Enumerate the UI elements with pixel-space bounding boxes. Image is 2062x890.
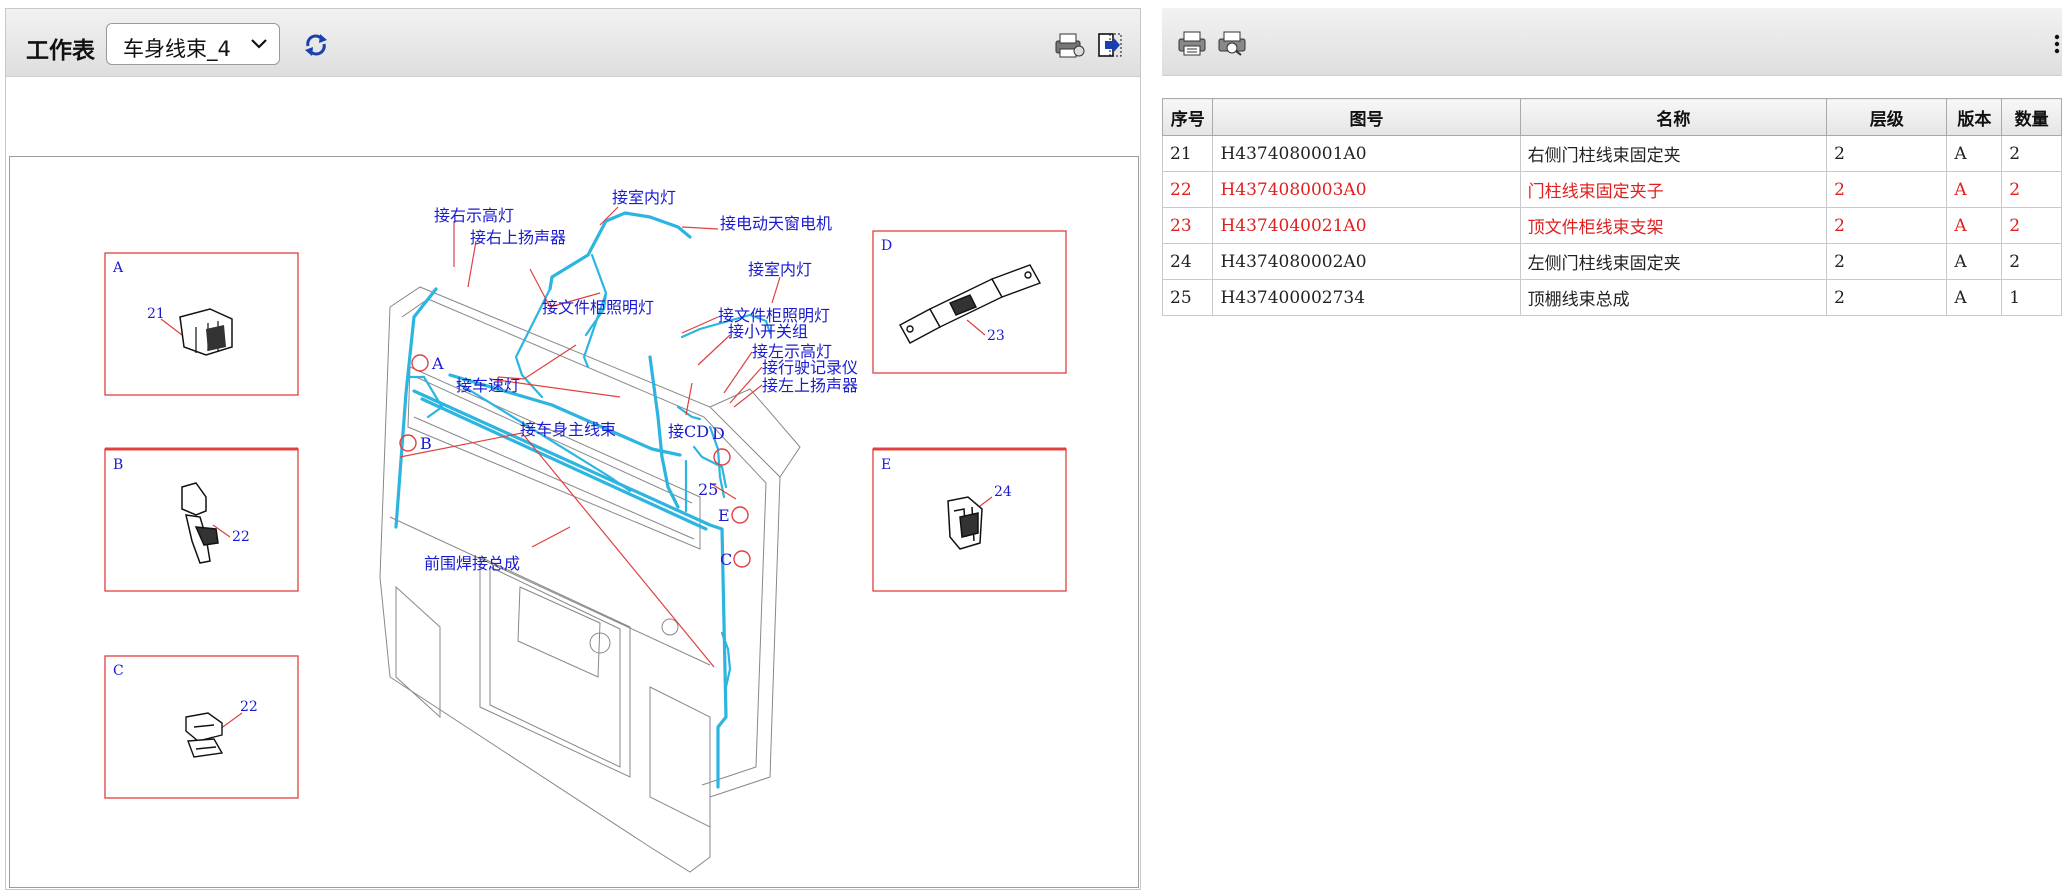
cell-seq: 22 bbox=[1161, 171, 1214, 208]
label-speed-light: 接车速灯 bbox=[456, 376, 520, 395]
clip-21-drawing bbox=[179, 308, 233, 356]
label-body-main-harness: 接车身主线束 bbox=[520, 420, 616, 439]
label-front-panel-weld: 前围焊接总成 bbox=[424, 554, 520, 573]
cell-seq: 24 bbox=[1161, 243, 1214, 280]
cell-part-no: H4374040021A0 bbox=[1212, 207, 1521, 244]
label-power-sunroof-motor: 接电动天窗电机 bbox=[720, 214, 832, 233]
detail-box-c[interactable]: C 22 bbox=[104, 655, 299, 799]
cell-level: 2 bbox=[1826, 171, 1948, 208]
cell-name: 左侧门柱线束固定夹 bbox=[1519, 243, 1828, 280]
cell-version: A bbox=[1946, 135, 2003, 172]
detail-box-a[interactable]: A 21 bbox=[104, 252, 299, 396]
label-right-marker-light: 接右示高灯 bbox=[434, 206, 514, 225]
print-preview-icon[interactable] bbox=[1216, 30, 1248, 56]
cell-part-no: H437400002734 bbox=[1212, 279, 1521, 316]
table-header-row: 序号 图号 名称 层级 版本 数量 bbox=[1161, 98, 2062, 136]
detail-box-d[interactable]: D 23 bbox=[872, 230, 1067, 374]
cell-version: A bbox=[1946, 243, 2003, 280]
label-right-upper-speaker: 接右上扬声器 bbox=[470, 228, 566, 247]
harness-diagram[interactable]: .ann { font-family:"DejaVu Serif", serif… bbox=[9, 156, 1139, 888]
detail-box-b-label: B bbox=[113, 457, 123, 473]
detail-box-e[interactable]: E 24 bbox=[872, 447, 1067, 592]
cell-level: 2 bbox=[1826, 135, 1948, 172]
label-cd: 接CD bbox=[668, 422, 709, 441]
cell-seq: 21 bbox=[1161, 135, 1214, 172]
clip-22-drawing-c bbox=[185, 712, 224, 758]
cell-version: A bbox=[1946, 279, 2003, 316]
more-icon[interactable] bbox=[2052, 32, 2062, 56]
printer-icon[interactable] bbox=[1176, 30, 1208, 56]
cell-version: A bbox=[1946, 171, 2003, 208]
detail-box-e-part: 24 bbox=[994, 484, 1012, 500]
label-part-25: 25 bbox=[698, 480, 718, 499]
marker-d: D bbox=[712, 424, 725, 443]
header-version[interactable]: 版本 bbox=[1946, 98, 2003, 136]
parts-toolbar bbox=[1162, 8, 2062, 76]
detail-box-c-label: C bbox=[113, 663, 124, 679]
cell-qty: 2 bbox=[2001, 135, 2062, 172]
header-level[interactable]: 层级 bbox=[1826, 98, 1948, 136]
detail-box-c-part: 22 bbox=[240, 699, 258, 715]
drawing-toolbar: 工作表 车身线束_4 bbox=[6, 9, 1140, 77]
table-row[interactable]: 21 H4374080001A0 右侧门柱线束固定夹 2 A 2 bbox=[1161, 135, 2062, 172]
cell-part-no: H4374080003A0 bbox=[1212, 171, 1521, 208]
marker-c: C bbox=[720, 550, 732, 569]
cell-level: 2 bbox=[1826, 207, 1948, 244]
cell-qty: 1 bbox=[2001, 279, 2062, 316]
parts-panel: 序号 图号 名称 层级 版本 数量 21 H4374080001A0 右侧门柱线… bbox=[1161, 8, 2062, 890]
table-row[interactable]: 25 H437400002734 顶棚线束总成 2 A 1 bbox=[1161, 279, 2062, 316]
label-dome-light-2: 接室内灯 bbox=[748, 260, 812, 279]
table-row[interactable]: 23 H4374040021A0 顶文件柜线束支架 2 A 2 bbox=[1161, 207, 2062, 244]
sheet-select[interactable]: 车身线束_4 bbox=[106, 23, 280, 65]
cell-part-no: H4374080001A0 bbox=[1212, 135, 1521, 172]
marker-e: E bbox=[718, 506, 730, 525]
cell-level: 2 bbox=[1826, 243, 1948, 280]
cell-level: 2 bbox=[1826, 279, 1948, 316]
sheet-select-value: 车身线束_4 bbox=[123, 37, 231, 61]
cell-version: A bbox=[1946, 207, 2003, 244]
detail-box-d-part: 23 bbox=[987, 328, 1005, 344]
cell-name: 右侧门柱线束固定夹 bbox=[1519, 135, 1828, 172]
cell-seq: 23 bbox=[1161, 207, 1214, 244]
exit-icon[interactable] bbox=[1096, 31, 1124, 59]
label-tachograph: 接行驶记录仪 bbox=[762, 358, 858, 377]
refresh-icon[interactable] bbox=[302, 31, 330, 59]
header-name[interactable]: 名称 bbox=[1519, 98, 1828, 136]
detail-box-b[interactable]: B 22 bbox=[104, 447, 299, 592]
clip-24-drawing bbox=[947, 496, 983, 550]
cell-name: 门柱线束固定夹子 bbox=[1519, 171, 1828, 208]
worksheet-label: 工作表 bbox=[26, 38, 95, 64]
harness-diagram-svg: .ann { font-family:"DejaVu Serif", serif… bbox=[104, 188, 1067, 873]
printer-icon[interactable] bbox=[1052, 31, 1086, 59]
cell-name: 顶棚线束总成 bbox=[1519, 279, 1828, 316]
header-seq[interactable]: 序号 bbox=[1161, 98, 1214, 136]
cell-name: 顶文件柜线束支架 bbox=[1519, 207, 1828, 244]
drawing-panel: 工作表 车身线束_4 .ann bbox=[5, 8, 1141, 890]
detail-box-d-label: D bbox=[881, 238, 892, 254]
label-small-switch-group: 接小开关组 bbox=[728, 322, 808, 341]
cell-qty: 2 bbox=[2001, 207, 2062, 244]
detail-box-e-label: E bbox=[881, 457, 891, 473]
cell-seq: 25 bbox=[1161, 279, 1214, 316]
detail-box-b-part: 22 bbox=[232, 529, 250, 545]
harness-labels: 接右示高灯 接右上扬声器 接室内灯 接电动天窗电机 接文件柜照明灯 接室内灯 接… bbox=[424, 188, 858, 573]
label-cabinet-light-1: 接文件柜照明灯 bbox=[542, 298, 654, 317]
marker-a: A bbox=[431, 354, 444, 373]
label-dome-light-1: 接室内灯 bbox=[612, 188, 676, 207]
table-row[interactable]: 22 H4374080003A0 门柱线束固定夹子 2 A 2 bbox=[1161, 171, 2062, 208]
header-part-no[interactable]: 图号 bbox=[1212, 98, 1521, 136]
chevron-down-icon bbox=[251, 39, 267, 49]
cell-qty: 2 bbox=[2001, 243, 2062, 280]
cell-qty: 2 bbox=[2001, 171, 2062, 208]
table-row[interactable]: 24 H4374080002A0 左侧门柱线束固定夹 2 A 2 bbox=[1161, 243, 2062, 280]
detail-box-a-label: A bbox=[112, 260, 124, 276]
label-left-upper-speaker: 接左上扬声器 bbox=[762, 376, 858, 395]
parts-table: 序号 图号 名称 层级 版本 数量 21 H4374080001A0 右侧门柱线… bbox=[1161, 98, 2062, 316]
header-qty[interactable]: 数量 bbox=[2001, 98, 2062, 136]
cell-part-no: H4374080002A0 bbox=[1212, 243, 1521, 280]
marker-b: B bbox=[420, 434, 432, 453]
